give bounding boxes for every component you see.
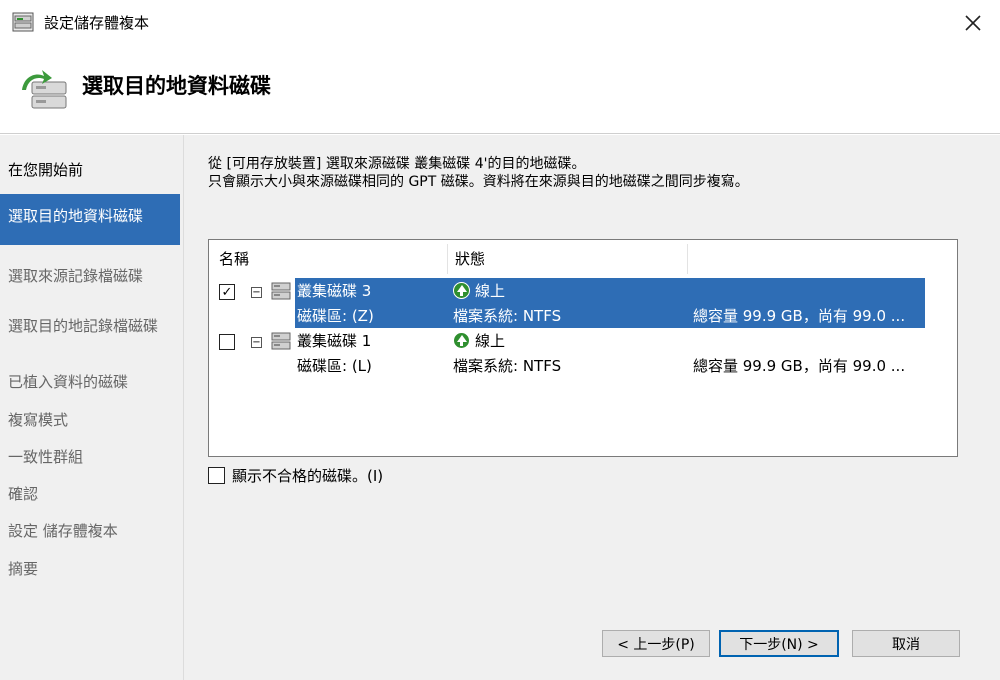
show-ineligible-label: 顯示不合格的磁碟。(I) xyxy=(232,467,384,485)
step-summary[interactable]: 摘要 xyxy=(0,561,180,577)
step-replication-mode[interactable]: 複寫模式 xyxy=(0,412,180,428)
column-divider xyxy=(687,244,688,274)
online-arrow-icon xyxy=(453,332,470,349)
disk-capacity: 總容量 99.9 GB，尚有 99.0 ... xyxy=(693,357,906,375)
disk-filesystem: 檔案系統: NTFS xyxy=(453,307,562,325)
disk-volume: 磁碟區: (Z) xyxy=(297,307,374,325)
step-before-you-begin[interactable]: 在您開始前 xyxy=(0,162,180,178)
next-button[interactable]: 下一步(N) > xyxy=(719,630,839,657)
close-icon xyxy=(965,15,981,31)
disk-checkbox-checked[interactable]: ✓ xyxy=(219,284,235,300)
window-title: 設定儲存體複本 xyxy=(44,14,150,32)
previous-button[interactable]: < 上一步(P) xyxy=(602,630,710,657)
disk-status: 線上 xyxy=(475,282,506,300)
column-header-name[interactable]: 名稱 xyxy=(219,248,249,269)
column-divider xyxy=(447,244,448,274)
disk-status: 線上 xyxy=(475,332,506,350)
disk-checkbox-unchecked[interactable] xyxy=(219,334,235,350)
storage-replica-icon xyxy=(12,12,34,32)
step-select-destination-log-disk[interactable]: 選取目的地記錄檔磁碟 xyxy=(0,319,180,334)
step-configure-storage-replica[interactable]: 設定 儲存體複本 xyxy=(0,523,180,539)
step-confirmation[interactable]: 確認 xyxy=(0,486,180,502)
disk-icon xyxy=(271,282,291,300)
replicate-disk-icon xyxy=(22,70,67,109)
wizard-header: 選取目的地資料磁碟 xyxy=(0,44,1000,134)
disk-name: 叢集磁碟 3 xyxy=(297,282,372,300)
step-select-destination-disk[interactable]: 選取目的地資料磁碟 xyxy=(0,194,180,245)
disk-list[interactable]: 名稱 狀態 ✓ − 叢集磁碟 3 磁碟區: (Z) 線上 檔案系統: NTFS … xyxy=(208,239,958,457)
title-bar: 設定儲存體複本 xyxy=(0,0,1000,44)
page-title: 選取目的地資料磁碟 xyxy=(82,74,271,98)
step-seeded-disk[interactable]: 已植入資料的磁碟 xyxy=(0,374,180,390)
wizard-steps-sidebar: 在您開始前 選取目的地資料磁碟 選取來源記錄檔磁碟 選取目的地記錄檔磁碟 已植入… xyxy=(0,135,184,680)
disk-name: 叢集磁碟 1 xyxy=(297,332,372,350)
disk-volume: 磁碟區: (L) xyxy=(297,357,372,375)
step-select-source-log-disk[interactable]: 選取來源記錄檔磁碟 xyxy=(0,268,180,284)
disk-capacity: 總容量 99.9 GB，尚有 99.0 ... xyxy=(693,307,906,325)
online-arrow-icon xyxy=(453,282,470,299)
disk-filesystem: 檔案系統: NTFS xyxy=(453,357,562,375)
step-consistency-group[interactable]: 一致性群組 xyxy=(0,449,180,465)
collapse-icon[interactable]: − xyxy=(251,337,262,348)
column-header-status[interactable]: 狀態 xyxy=(455,248,485,269)
cancel-button[interactable]: 取消 xyxy=(852,630,960,657)
show-ineligible-option[interactable]: 顯示不合格的磁碟。(I) xyxy=(208,465,383,486)
show-ineligible-checkbox[interactable] xyxy=(208,467,225,484)
disk-icon xyxy=(271,332,291,350)
main-content: 從 [可用存放裝置] 選取來源磁碟 叢集磁碟 4'的目的地磁碟。 只會顯示大小與… xyxy=(184,135,1000,680)
collapse-icon[interactable]: − xyxy=(251,287,262,298)
description-line-2: 只會顯示大小與來源磁碟相同的 GPT 磁碟。資料將在來源與目的地磁碟之間同步複寫… xyxy=(208,174,749,190)
close-button[interactable] xyxy=(956,6,990,40)
description-line-1: 從 [可用存放裝置] 選取來源磁碟 叢集磁碟 4'的目的地磁碟。 xyxy=(208,156,586,172)
